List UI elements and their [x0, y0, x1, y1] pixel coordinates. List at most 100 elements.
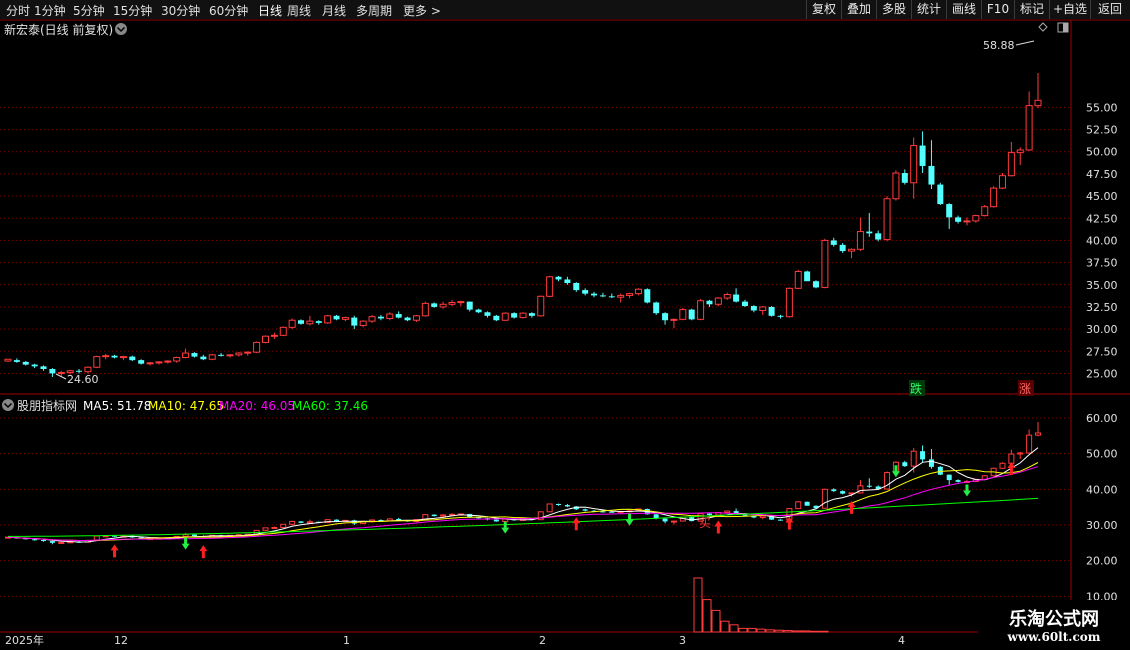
kline-chart[interactable]: 新宏泰(日线 前复权) 58.88 24.60 跌 涨 股朋指标网 MA5: 5…	[0, 20, 1130, 650]
diamond-icon[interactable]	[1038, 22, 1048, 32]
tab-monthly[interactable]: 月线	[322, 2, 346, 19]
indicator-name: 股朋指标网	[17, 398, 77, 413]
candle-body-up	[1008, 453, 1015, 464]
candle-body-down	[937, 466, 943, 475]
tab-60min[interactable]: 60分钟	[209, 2, 248, 19]
candle-body-up	[617, 294, 625, 298]
candle-body-down	[920, 451, 926, 460]
candle-body-up	[794, 270, 802, 289]
candle-body-up	[892, 172, 900, 200]
candle-body-up	[999, 462, 1006, 469]
buy-arrow-icon	[199, 545, 208, 559]
volume-bar	[738, 627, 748, 633]
candle-body-up	[519, 312, 527, 319]
candle-body-up	[981, 206, 989, 217]
price-tick-label: 25.00	[1086, 367, 1118, 380]
add-watchlist-button[interactable]: +自选	[1049, 0, 1090, 19]
tab-15min[interactable]: 15分钟	[113, 2, 152, 19]
tab-5min[interactable]: 5分钟	[73, 2, 105, 19]
candle-body-down	[200, 356, 207, 360]
candle-body-up	[412, 315, 420, 321]
mark-button[interactable]: 标记	[1014, 0, 1049, 19]
indicator-tick-label: 40.00	[1086, 483, 1118, 496]
volume-bar	[702, 599, 712, 633]
tab-daily[interactable]: 日线	[258, 2, 282, 19]
watermark: 乐淘公式网 www.60lt.com	[978, 600, 1130, 650]
statistics-button[interactable]: 统计	[911, 0, 946, 19]
candle-body-up	[795, 501, 802, 510]
tab-1min[interactable]: 1分钟	[34, 2, 66, 19]
candle-body-up	[448, 302, 456, 305]
ma60-value: MA60: 37.46	[292, 399, 368, 413]
candle-body-down	[955, 480, 961, 482]
tab-more[interactable]: 更多 >	[403, 2, 441, 19]
candle-body-down	[41, 539, 47, 542]
candle-body-down	[377, 316, 384, 319]
candle-body-up	[289, 520, 296, 525]
candle-body-up	[359, 320, 367, 327]
candle-body-down	[129, 356, 136, 361]
window-toggle-icon[interactable]	[1057, 22, 1069, 33]
indicator-dropdown-icon[interactable]	[2, 399, 14, 411]
indicator-tick-label: 60.00	[1086, 412, 1118, 425]
volume-bar	[819, 630, 829, 633]
candle-body-up	[670, 318, 678, 321]
candle-body-up	[723, 294, 731, 299]
sell-arrow-icon	[181, 537, 190, 550]
candle-body-up	[262, 335, 269, 343]
tab-30min[interactable]: 30分钟	[161, 2, 200, 19]
candle-body-up	[821, 488, 828, 509]
indicator-tick-label: 20.00	[1086, 555, 1118, 568]
price-tick-label: 32.50	[1086, 301, 1118, 314]
time-label-dec: 12	[114, 634, 128, 647]
tab-weekly[interactable]: 周线	[287, 2, 311, 19]
price-tick-label: 40.00	[1086, 234, 1118, 247]
volume-bar	[693, 577, 703, 633]
candle-body-down	[298, 521, 304, 523]
candle-body-down	[49, 541, 55, 543]
watermark-url: www.60lt.com	[1007, 630, 1101, 644]
candle-body-up	[271, 526, 278, 529]
candle-body-down	[777, 315, 784, 317]
candle-body-down	[688, 309, 695, 320]
time-label-jan: 1	[343, 634, 350, 647]
overlay-button[interactable]: 叠加	[841, 0, 876, 19]
ma10-value: MA10: 47.65	[148, 399, 224, 413]
candle-body-up	[537, 295, 545, 317]
candlestick-series	[4, 73, 1042, 377]
tab-multi-period[interactable]: 多周期	[356, 2, 392, 19]
high-price-label: 58.88	[983, 39, 1015, 52]
sell-arrow-icon	[625, 513, 634, 526]
die-label: 跌	[910, 381, 922, 396]
candle-body-down	[919, 145, 926, 166]
ma20-line	[7, 466, 1039, 541]
tab-fenshi[interactable]: 分时	[6, 2, 30, 19]
candle-body-up	[341, 317, 349, 320]
candle-body-down	[831, 489, 837, 492]
draw-line-button[interactable]: 画线	[946, 0, 981, 19]
f10-button[interactable]: F10	[981, 0, 1014, 19]
candle-body-down	[191, 353, 198, 357]
candle-body-up	[972, 215, 980, 222]
candle-body-up	[759, 306, 767, 311]
candle-body-up	[270, 334, 278, 337]
candle-body-up	[670, 520, 677, 523]
fuquan-button[interactable]: 复权	[806, 0, 841, 19]
candle-body-up	[164, 360, 172, 363]
candle-body-up	[306, 521, 313, 524]
candle-body-down	[813, 281, 820, 288]
back-button[interactable]: 返回	[1090, 0, 1129, 19]
candle-body-up	[785, 287, 793, 318]
candle-body-down	[830, 240, 837, 245]
signal-arrows	[110, 462, 1016, 559]
candle-body-up	[368, 316, 376, 322]
candle-body-down	[599, 295, 606, 297]
sell-arrow-icon	[501, 521, 510, 534]
multi-stock-button[interactable]: 多股	[876, 0, 911, 19]
candle-body-down	[528, 313, 535, 316]
title-dropdown-icon[interactable]	[115, 23, 127, 35]
candle-body-down	[804, 501, 810, 506]
candle-body-up	[244, 351, 252, 354]
candle-body-up	[4, 358, 12, 362]
ma10-line	[7, 462, 1039, 541]
